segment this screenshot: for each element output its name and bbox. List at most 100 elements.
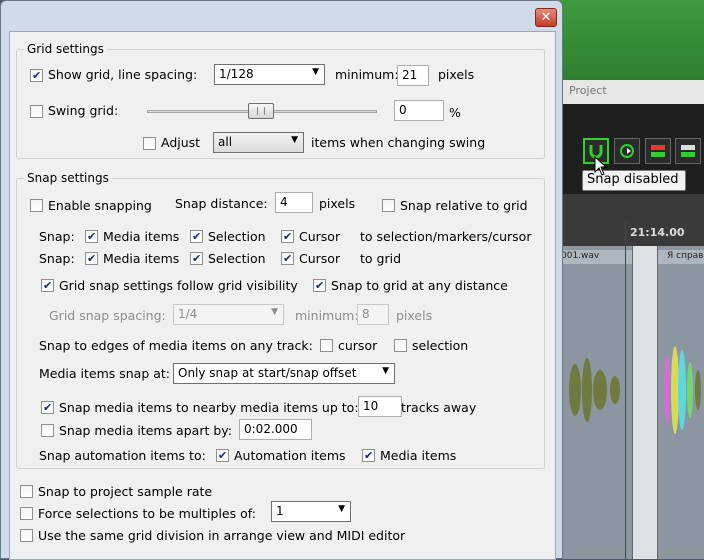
chevron-down-icon: ▼ [338, 504, 345, 514]
grid-snap-spacing-select[interactable]: 1/4 ▼ [173, 304, 284, 325]
ripple-edit-button[interactable] [645, 138, 671, 164]
track-item-header: 001.wav Я справ [555, 250, 704, 264]
grid-settings-title: Grid settings [24, 42, 107, 56]
enable-snapping-checkbox[interactable] [30, 199, 43, 212]
adjust-suffix-label: items when changing swing [311, 135, 486, 150]
enable-snapping-label[interactable]: Enable snapping [48, 198, 152, 213]
line-spacing-select[interactable]: 1/128 ▼ [214, 64, 325, 85]
edges-selection-checkbox[interactable] [394, 339, 407, 352]
automation-label: Snap automation items to: [39, 448, 206, 463]
media-snap-at-label: Media items snap at: [39, 366, 171, 381]
edges-cursor-checkbox[interactable] [320, 339, 333, 352]
grid-min-label: minimum: [295, 308, 359, 323]
snap-nearby-label[interactable]: Snap media items to nearby media items u… [59, 400, 359, 415]
dialog-content: Grid settings Show grid, line spacing: 1… [9, 31, 556, 560]
waveform [569, 346, 701, 434]
snap2-cursor-label[interactable]: Cursor [299, 251, 340, 266]
snap1-selection-checkbox[interactable] [190, 230, 203, 243]
snap2-media-items-checkbox[interactable] [85, 252, 98, 265]
edges-cursor-label[interactable]: cursor [338, 338, 377, 353]
adjust-select-value: all [218, 135, 233, 149]
snap-apart-checkbox[interactable] [41, 424, 54, 437]
grid-snap-spacing-value: 1/4 [178, 307, 198, 321]
media-snap-at-select[interactable]: Only snap at start/snap offset ▼ [173, 363, 395, 384]
snap-apart-label[interactable]: Snap media items apart by: [59, 423, 232, 438]
snap2-selection-label[interactable]: Selection [208, 251, 266, 266]
snap-settings-title: Snap settings [24, 171, 112, 185]
grip-icon [257, 107, 265, 115]
grid-snap-spacing-label: Grid snap spacing: [49, 308, 166, 323]
media-snap-at-value: Only snap at start/snap offset [178, 366, 357, 380]
right-item-name: Я справ [667, 251, 704, 261]
loop-icon [620, 144, 634, 158]
snap-any-distance-checkbox[interactable] [313, 279, 326, 292]
automation-media-checkbox[interactable] [362, 449, 375, 462]
snap1-cursor-checkbox[interactable] [281, 230, 294, 243]
app-title-area [555, 0, 704, 80]
grid-follow-checkbox[interactable] [41, 279, 54, 292]
same-grid-label[interactable]: Use the same grid division in arrange vi… [38, 528, 405, 543]
automation-media-label[interactable]: Media items [380, 448, 456, 463]
show-grid-label[interactable]: Show grid, line spacing: [48, 67, 197, 82]
swing-grid-label[interactable]: Swing grid: [48, 103, 118, 118]
chevron-down-icon: ▼ [312, 67, 319, 77]
adjust-label[interactable]: Adjust [161, 135, 200, 150]
multiples-value: 1 [276, 504, 284, 518]
same-grid-checkbox[interactable] [20, 529, 33, 542]
snap2-selection-checkbox[interactable] [190, 252, 203, 265]
edit-cursor-line [625, 220, 626, 559]
line-spacing-value: 1/128 [219, 67, 254, 81]
force-multiples-label[interactable]: Force selections to be multiples of: [38, 506, 256, 521]
grid-min-pixels-label: pixels [396, 308, 433, 323]
close-button[interactable]: ✕ [535, 8, 557, 27]
adjust-select[interactable]: all ▼ [213, 132, 304, 153]
grid-min-input[interactable]: 8 [357, 304, 389, 325]
multiples-select[interactable]: 1 ▼ [271, 501, 351, 522]
swing-value-input[interactable]: 0 [394, 100, 444, 121]
snap2-cursor-checkbox[interactable] [281, 252, 294, 265]
snap-pixels-label: pixels [319, 196, 356, 211]
project-rate-checkbox[interactable] [20, 485, 33, 498]
project-rate-label[interactable]: Snap to project sample rate [38, 484, 212, 499]
apart-value-input[interactable]: 0:02.000 [239, 419, 312, 440]
menu-fragment[interactable]: Project [569, 84, 607, 97]
ripple-all-icon [681, 145, 695, 157]
snap-grid-settings-dialog: ✕ Grid settings Show grid, line spacing:… [0, 0, 563, 560]
swing-slider-thumb[interactable] [248, 103, 274, 119]
snap-distance-input[interactable]: 4 [275, 192, 313, 213]
edges-label: Snap to edges of media items on any trac… [39, 338, 313, 353]
show-grid-checkbox[interactable] [30, 69, 43, 82]
tracks-away-label: tracks away [401, 400, 477, 415]
ruler-time-label: 21:14.00 [630, 226, 685, 239]
snap-nearby-checkbox[interactable] [41, 401, 54, 414]
loop-button[interactable] [614, 138, 640, 164]
track-area[interactable] [555, 246, 704, 559]
chevron-down-icon: ▼ [291, 135, 298, 145]
swing-grid-checkbox[interactable] [30, 105, 43, 118]
snap-any-distance-label[interactable]: Snap to grid at any distance [331, 278, 508, 293]
snap1-suffix-label: to selection/markers/cursor [360, 229, 532, 244]
nearby-tracks-input[interactable]: 10 [358, 396, 402, 417]
snap1-media-items-checkbox[interactable] [85, 230, 98, 243]
adjust-checkbox[interactable] [143, 137, 156, 150]
chevron-down-icon: ▼ [382, 366, 389, 376]
snap-distance-label: Snap distance: [175, 196, 268, 211]
ripple-icon [651, 145, 665, 157]
snap1-selection-label[interactable]: Selection [208, 229, 266, 244]
left-item-name: 001.wav [561, 251, 600, 261]
grid-minimum-input[interactable]: 21 [397, 65, 429, 86]
snap-relative-label[interactable]: Snap relative to grid [400, 198, 528, 213]
automation-items-label[interactable]: Automation items [234, 448, 346, 463]
grid-follow-label[interactable]: Grid snap settings follow grid visibilit… [59, 278, 298, 293]
snap1-media-items-label[interactable]: Media items [103, 229, 179, 244]
automation-items-checkbox[interactable] [216, 449, 229, 462]
force-multiples-checkbox[interactable] [20, 507, 33, 520]
edges-selection-label[interactable]: selection [412, 338, 468, 353]
snap2-media-items-label[interactable]: Media items [103, 251, 179, 266]
ripple-all-button[interactable] [675, 138, 701, 164]
chevron-down-icon: ▼ [271, 307, 278, 317]
snap-row2-label: Snap: [39, 251, 75, 266]
grid-pixels-label: pixels [438, 67, 475, 82]
snap1-cursor-label[interactable]: Cursor [299, 229, 340, 244]
snap-relative-checkbox[interactable] [382, 199, 395, 212]
